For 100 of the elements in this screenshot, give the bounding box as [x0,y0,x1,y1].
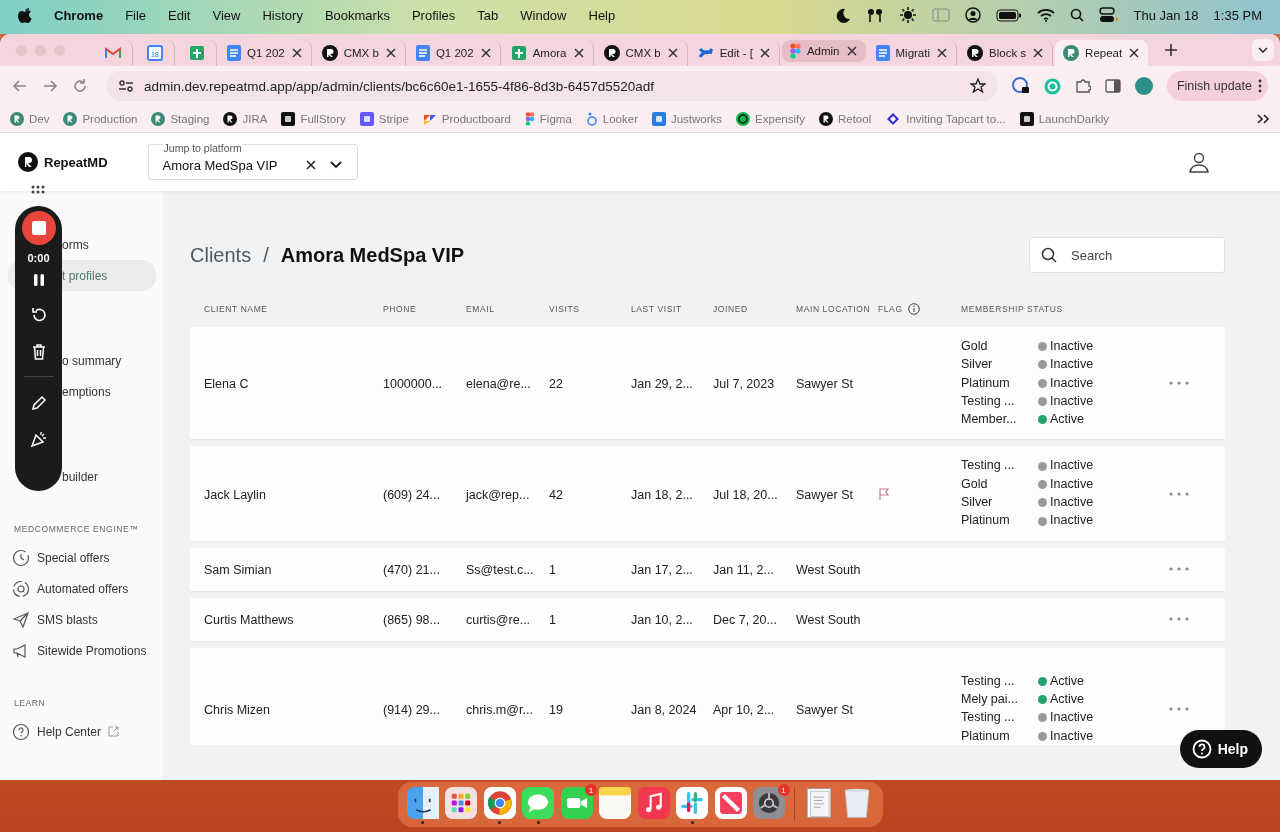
grid-app-icon[interactable] [445,787,478,819]
trash-icon[interactable] [30,343,47,361]
forward-arrow-icon[interactable] [42,78,58,94]
close-icon[interactable] [479,47,492,59]
more-icon[interactable] [1169,617,1189,622]
close-icon[interactable] [936,47,948,59]
chevron-down-icon[interactable] [1257,44,1269,56]
sidebar-item[interactable]: Help Center [8,716,156,747]
chevron-down-icon[interactable] [328,160,343,170]
sparkle-icon[interactable] [29,430,48,448]
stop-button[interactable] [21,211,56,245]
sliders-icon[interactable] [118,79,134,93]
client-row[interactable]: Chris Mizen (914) 29... chris.m@r... 19 Jan 8, 2024 Apr 10, 2... Sawyer St Testing ... Active Mely pai... Active Testing ... Inactive Platinum Inactive [190,647,1225,745]
client-row[interactable]: Elena C 1000000... elena@re... 22 Jan 29, 2... Jul 7, 2023 Sawyer St Gold Inactive Silver Inactive Platinum Inactive Testing ... Inactive Member... Active [190,327,1225,440]
more-icon[interactable] [1169,706,1189,711]
side-panel-icon[interactable] [1104,79,1121,93]
bookmark[interactable]: Looker [585,112,638,126]
star-icon[interactable] [969,78,986,94]
plus-icon[interactable] [1164,43,1179,57]
bookmark[interactable]: Production [63,112,138,126]
battery-icon[interactable] [995,8,1022,22]
gear-app-icon[interactable] [753,787,786,819]
breadcrumb-link[interactable]: Clients [190,243,252,267]
bookmark[interactable]: Retool [818,112,872,126]
bookmark[interactable]: JIRA [223,112,268,126]
browser-app-icon[interactable] [483,787,516,819]
reload-icon[interactable] [72,78,88,94]
sidebar-item[interactable]: Sitewide Promotions [8,635,156,666]
restart-icon[interactable] [29,306,48,324]
browser-tab[interactable]: Admin [781,40,866,62]
apple-icon[interactable] [18,7,32,23]
puzzle-piece-icon[interactable] [1074,78,1091,94]
close-icon[interactable] [384,47,397,59]
user-icon[interactable] [1188,151,1210,173]
menu-item[interactable]: Help [588,7,616,23]
menu-item[interactable]: Chrome [54,7,104,23]
menu-item[interactable]: History [262,7,303,23]
bookmark[interactable]: Stripe [359,112,409,126]
sun-icon[interactable] [898,6,917,24]
wifi-icon[interactable] [1036,8,1055,22]
menu-item[interactable]: View [212,7,241,23]
close-icon[interactable] [572,47,585,59]
search-icon[interactable] [1069,8,1084,22]
close-icon[interactable] [845,45,858,57]
bookmark[interactable]: Staging [151,112,210,126]
bookmark[interactable]: Expensify [736,112,805,126]
more-icon[interactable] [1169,491,1189,496]
notepad-app-icon[interactable] [599,787,632,819]
bookmark[interactable]: LaunchDarkly [1019,112,1110,126]
bookmark[interactable]: FullStory [281,112,346,126]
close-icon[interactable] [666,47,679,59]
browser-tab[interactable]: Repeat [1055,40,1149,66]
pencil-icon[interactable] [30,395,47,411]
client-row[interactable]: Curtis Matthews (865) 98... curtis@re... 1 Jan 10, 2... Dec 7, 20... West South [190,597,1225,641]
more-icon[interactable] [1169,381,1189,386]
help-button[interactable]: Help [1179,730,1262,768]
double-chevron-icon[interactable] [1256,113,1270,125]
drag-handle-icon[interactable] [31,185,45,194]
bookmark[interactable]: Figma [524,112,572,126]
toggles-icon[interactable] [1098,7,1119,23]
more-icon[interactable] [1169,567,1189,572]
close-icon[interactable] [758,47,771,59]
client-row[interactable]: Sam Simian (470) 21... Ss@test.c... 1 Jan 17, 2... Jan 11, 2... West South [190,547,1225,591]
menu-item[interactable]: File [125,7,147,23]
sidebar-item[interactable]: builder [8,461,156,492]
chat-bubble-app-icon[interactable] [522,787,555,819]
menu-item[interactable]: Window [520,7,567,23]
search-field[interactable]: Search [1029,237,1225,273]
music-note-app-icon[interactable] [637,787,670,819]
video-camera-app-icon[interactable] [560,787,593,819]
menu-item[interactable]: Profiles [411,7,456,23]
back-arrow-icon[interactable] [12,78,28,94]
sidebar-item[interactable]: o summary [8,345,156,376]
bookmark[interactable]: Justworks [651,112,723,126]
update-button[interactable]: Finish update [1166,71,1268,101]
face-app-icon[interactable] [406,787,439,819]
address-bar[interactable]: admin.dev.repeatmd.app/app/admin/clients/bc6c60e1-1655-4f86-8d3b-6457d5520adf [106,71,998,101]
sidebar-item[interactable]: SMS blasts [8,604,156,635]
menu-item[interactable]: Edit [168,7,191,23]
moon-icon[interactable] [834,7,851,23]
bookmark[interactable]: Productboard [422,112,511,126]
sidebar-item[interactable]: Special offers [8,542,156,573]
menu-item[interactable]: Tab [477,7,499,23]
profile-avatar[interactable] [1134,77,1153,95]
close-icon[interactable] [1128,47,1141,59]
earbuds-icon[interactable] [865,7,884,23]
lock-badge-icon[interactable] [1011,77,1030,95]
news-app-icon[interactable] [714,787,747,819]
person-circle-icon[interactable] [964,7,981,23]
bookmark[interactable]: Dev [10,112,50,126]
close-icon[interactable] [1032,47,1045,59]
client-row[interactable]: Jack Laylin (609) 24... jack@rep... 42 Jan 18, 2... Jul 18, 20... Sawyer St Testing ... Inactive Gold Inactive Silver Inactive Platinum Inactive [190,446,1225,541]
bookmark[interactable]: Inviting Tapcart to... [885,112,1006,126]
sidebar-item[interactable]: Automated offers [8,573,156,604]
pause-icon[interactable] [32,273,45,287]
menu-item[interactable]: Bookmarks [324,7,390,23]
close-icon[interactable] [290,47,303,59]
clear-icon[interactable] [304,159,317,171]
sidebar-item[interactable]: emptions [8,376,156,407]
platform-picker[interactable]: Jump to platform Amora MedSpa VIP [147,144,358,180]
